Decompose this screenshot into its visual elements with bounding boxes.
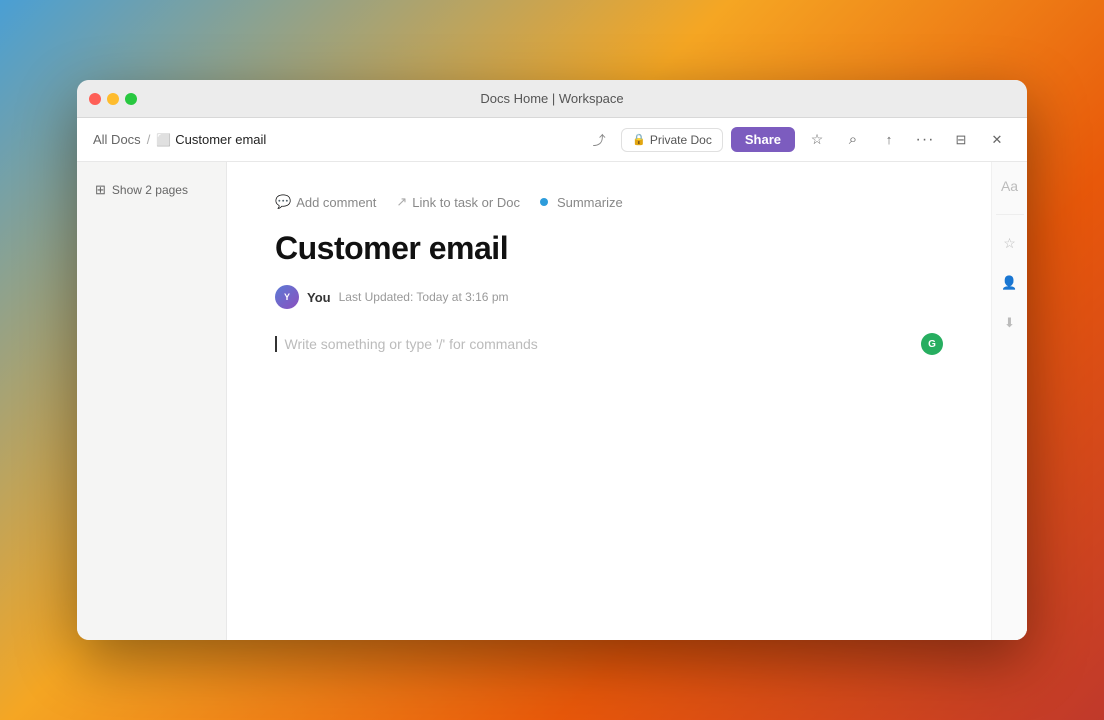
close-button[interactable] [89, 93, 101, 105]
maximize-button[interactable] [125, 93, 137, 105]
star-button[interactable]: ☆ [803, 126, 831, 154]
placeholder-text: Write something or type '/' for commands [285, 336, 538, 352]
link-icon: ↗ [396, 194, 407, 210]
summarize-btn[interactable]: Summarize [540, 195, 623, 210]
ai-icon[interactable]: G [921, 333, 943, 355]
breadcrumb: All Docs / ⬜ Customer email [93, 132, 577, 147]
share-button[interactable]: Share [731, 127, 795, 152]
summarize-label: Summarize [557, 195, 623, 210]
person-add-icon[interactable]: 👤 [998, 271, 1022, 295]
editor-placeholder[interactable]: Write something or type '/' for commands… [275, 333, 943, 355]
minimize-window-button[interactable]: ⊟ [947, 126, 975, 154]
doc-area: 💬 Add comment ↗ Link to task or Doc Summ… [227, 162, 1027, 640]
lock-icon: 🔒 [632, 133, 646, 146]
document-title[interactable]: Customer email [275, 230, 943, 267]
sidebar: ⊞ Show 2 pages [77, 162, 227, 640]
link-task-btn[interactable]: ↗ Link to task or Doc [396, 194, 520, 210]
divider [996, 214, 1024, 215]
more-button[interactable]: ··· [911, 126, 939, 154]
author-avatar: Y [275, 285, 299, 309]
doc-content[interactable]: 💬 Add comment ↗ Link to task or Doc Summ… [227, 162, 991, 640]
titlebar: Docs Home | Workspace [77, 80, 1027, 118]
ai-badge[interactable]: G [921, 333, 943, 355]
add-comment-btn[interactable]: 💬 Add comment [275, 194, 376, 210]
close-window-button[interactable]: ✕ [983, 126, 1011, 154]
toolbar: All Docs / ⬜ Customer email ⤴ 🔒 Private … [77, 118, 1027, 162]
search-button[interactable]: ⌕ [839, 126, 867, 154]
author-name: You [307, 290, 331, 305]
doc-icon: ⬜ [156, 133, 171, 147]
main-area: ⊞ Show 2 pages 💬 Add comment ↗ Link to t… [77, 162, 1027, 640]
private-doc-label: Private Doc [650, 133, 712, 147]
summarize-dot [540, 198, 548, 206]
text-size-icon[interactable]: Aa [998, 174, 1022, 198]
breadcrumb-current-label: Customer email [175, 132, 266, 147]
comment-icon: 💬 [275, 194, 291, 210]
add-comment-label: Add comment [296, 195, 376, 210]
toolbar-actions: ⤴ 🔒 Private Doc Share ☆ ⌕ ↑ ··· ⊟ ✕ [585, 126, 1011, 154]
minimize-button[interactable] [107, 93, 119, 105]
pages-icon: ⊞ [95, 182, 106, 198]
traffic-lights [89, 93, 137, 105]
breadcrumb-current: ⬜ Customer email [156, 132, 266, 147]
export-button[interactable]: ↑ [875, 126, 903, 154]
share-icon-btn[interactable]: ⤴ [585, 126, 613, 154]
last-updated: Last Updated: Today at 3:16 pm [339, 290, 509, 304]
right-panel: Aa ☆ 👤 ⬇ [991, 162, 1027, 640]
show-pages-button[interactable]: ⊞ Show 2 pages [89, 178, 194, 202]
show-pages-label: Show 2 pages [112, 183, 188, 197]
window-title: Docs Home | Workspace [480, 91, 623, 106]
private-doc-badge[interactable]: 🔒 Private Doc [621, 128, 723, 152]
star-right-icon[interactable]: ☆ [998, 231, 1022, 255]
link-task-label: Link to task or Doc [412, 195, 520, 210]
breadcrumb-parent[interactable]: All Docs [93, 132, 141, 147]
doc-action-toolbar: 💬 Add comment ↗ Link to task or Doc Summ… [275, 194, 943, 210]
download-icon[interactable]: ⬇ [998, 311, 1022, 335]
text-cursor [275, 336, 277, 352]
doc-meta: Y You Last Updated: Today at 3:16 pm [275, 285, 943, 309]
breadcrumb-separator: / [147, 132, 151, 147]
